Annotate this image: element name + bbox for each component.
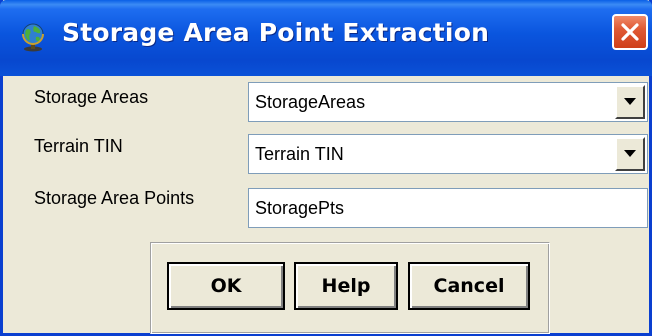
close-icon (621, 23, 639, 41)
storage-area-points-input[interactable]: StoragePts (248, 188, 648, 228)
storage-areas-value: StorageAreas (255, 92, 366, 112)
terrain-tin-dropdown-button[interactable] (615, 137, 645, 171)
storage-area-points-value: StoragePts (255, 198, 345, 218)
chevron-down-icon (624, 150, 636, 157)
chevron-down-icon (624, 98, 636, 105)
close-button[interactable] (612, 14, 648, 50)
terrain-tin-value: Terrain TIN (255, 144, 344, 164)
cancel-button[interactable]: Cancel (408, 262, 530, 310)
dialog-body: Storage Areas StorageAreas Terrain TIN T… (3, 76, 649, 336)
storage-areas-label: Storage Areas (34, 87, 149, 107)
help-button[interactable]: Help (294, 262, 398, 310)
globe-icon (22, 23, 44, 52)
title-bar[interactable]: Storage Area Point Extraction (0, 0, 652, 76)
storage-areas-dropdown[interactable]: StorageAreas (248, 82, 648, 122)
terrain-tin-label: Terrain TIN (34, 136, 123, 156)
dialog-window: Storage Area Point Extraction Storage Ar… (0, 0, 652, 336)
ok-button[interactable]: OK (167, 262, 285, 310)
terrain-tin-dropdown[interactable]: Terrain TIN (248, 134, 648, 174)
window-title: Storage Area Point Extraction (62, 18, 490, 47)
storage-areas-dropdown-button[interactable] (615, 85, 645, 119)
storage-area-points-label: Storage Area Points (34, 188, 195, 208)
